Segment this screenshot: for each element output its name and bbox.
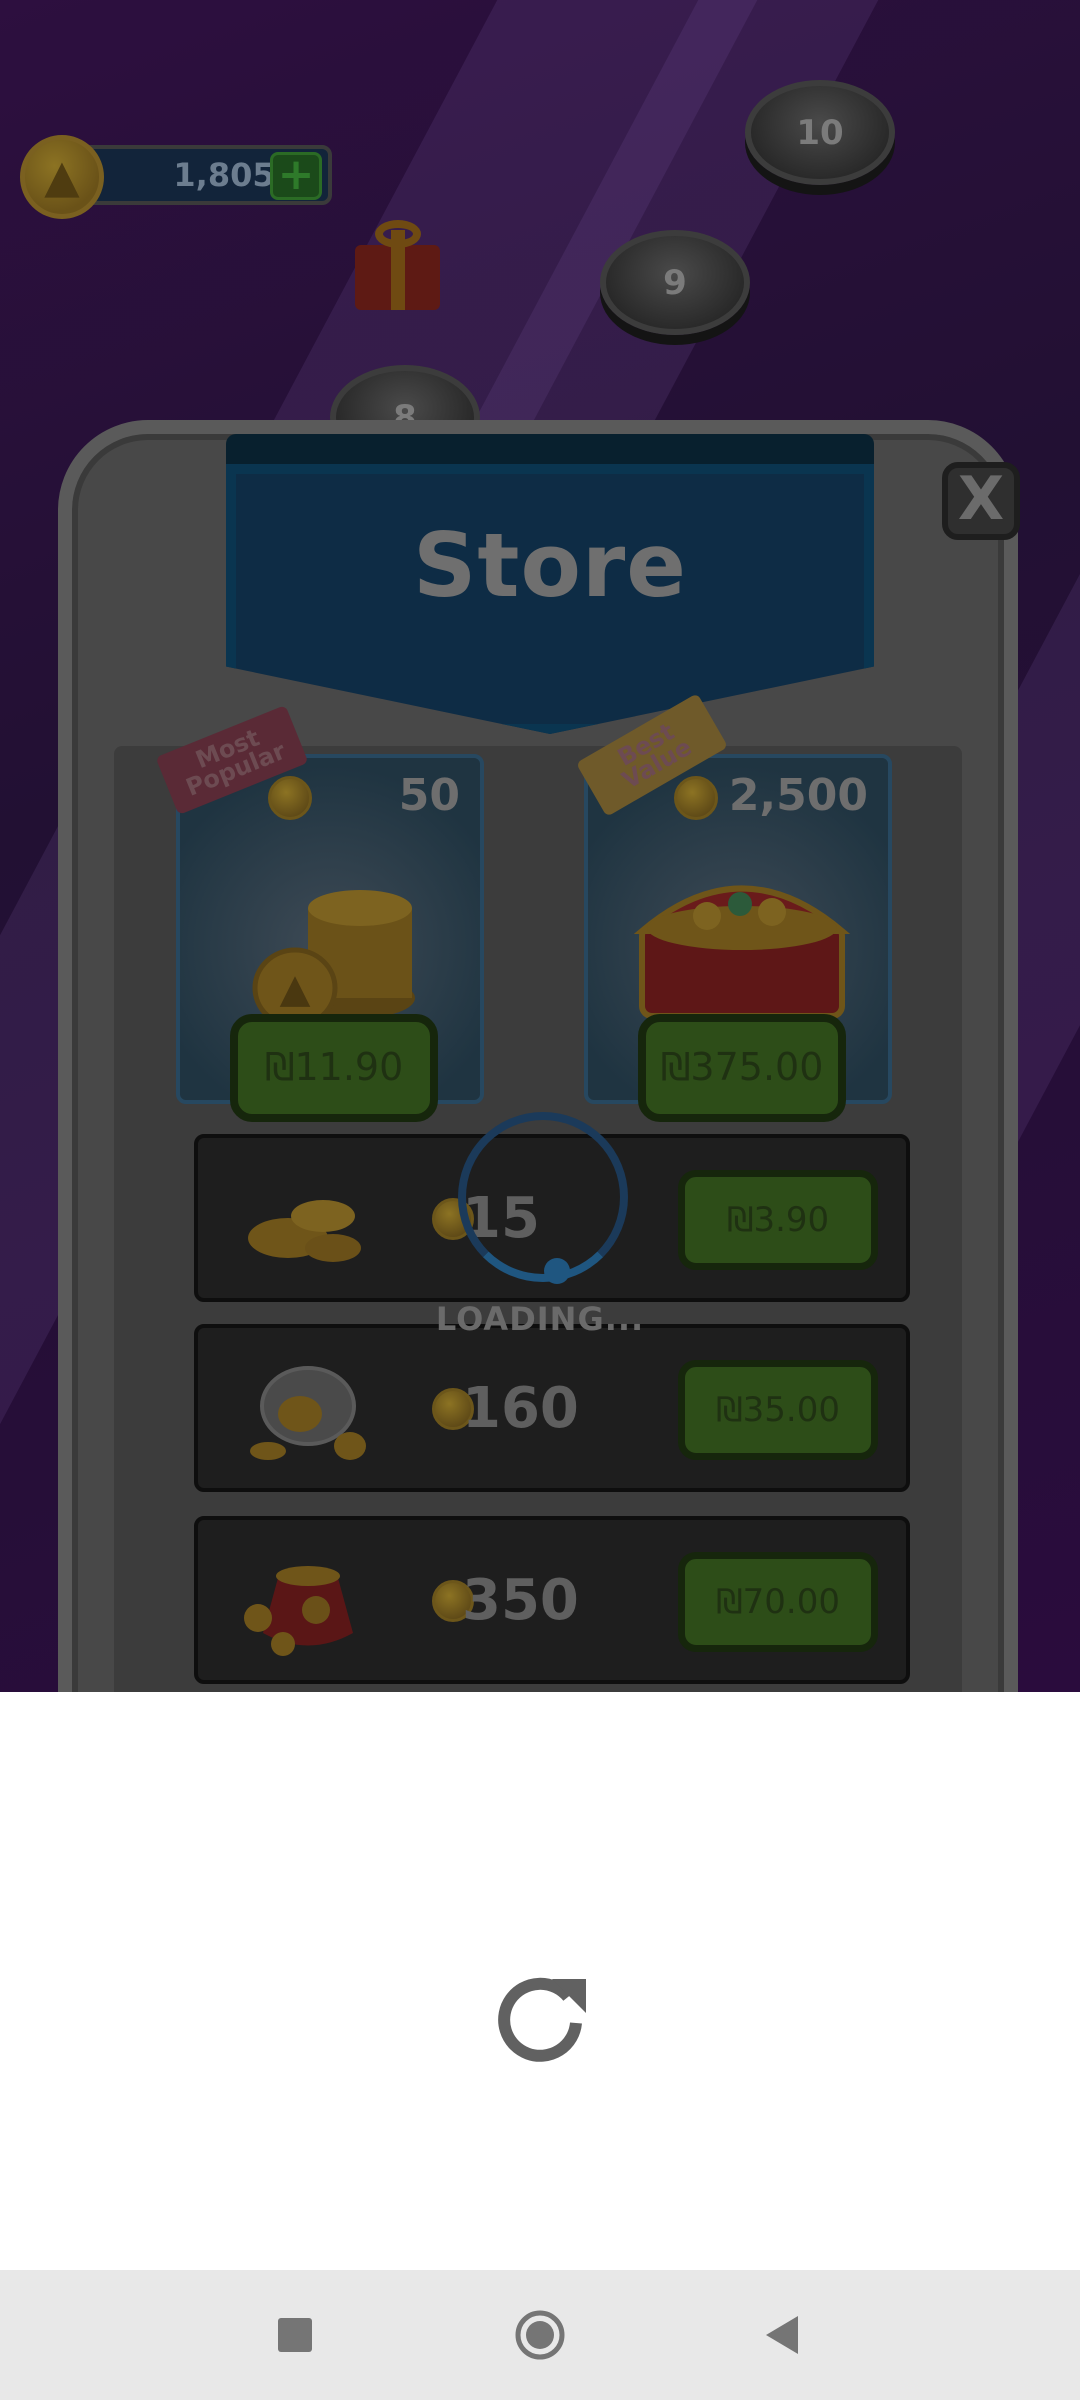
recent-apps-icon[interactable] [262, 2302, 328, 2368]
reload-icon[interactable] [490, 1965, 590, 2065]
game-area: 10 9 8 1,805 + ▲ Store X 50 ▲ ₪11.90 Mos… [0, 0, 1080, 1692]
add-coins-button[interactable]: + [270, 152, 322, 200]
coin-balance: 1,805 + ▲ [20, 135, 332, 219]
back-icon[interactable] [750, 2302, 816, 2368]
coin-stack-icon: ▲ [252, 890, 415, 1028]
close-button[interactable]: X [942, 462, 1020, 540]
buy-button[interactable]: ₪70.00 [678, 1552, 878, 1652]
coin-pack-row[interactable]: 160 ₪35.00 [194, 1324, 910, 1492]
coin-icon: ▲ [20, 135, 104, 219]
coin-pile-icon [248, 1200, 361, 1262]
store-banner: Store [226, 434, 874, 734]
buy-button[interactable]: ₪3.90 [678, 1170, 878, 1270]
pack-amount: 160 [462, 1376, 579, 1441]
coin-bag-icon [244, 1566, 353, 1656]
store-dialog: Store X 50 ▲ ₪11.90 Most Popular 2,500 ₪… [58, 420, 1020, 1692]
featured-pack-most-popular[interactable]: 50 ▲ ₪11.90 [176, 754, 484, 1122]
system-navigation-bar [0, 2270, 1080, 2400]
coin-pack-row[interactable]: 350 ₪70.00 [194, 1516, 910, 1684]
home-icon[interactable] [507, 2302, 573, 2368]
coin-icon [674, 776, 718, 820]
pack-amount: 350 [462, 1568, 579, 1633]
store-title: Store [413, 514, 687, 617]
level-node-10[interactable]: 10 [745, 80, 895, 185]
coin-icon [268, 776, 312, 820]
featured-pack-best-value[interactable]: 2,500 ₪375.00 [584, 754, 892, 1122]
loading-text: LOADING... [435, 1300, 645, 1338]
buy-button[interactable]: ₪35.00 [678, 1360, 878, 1460]
pack-amount: 50 [398, 770, 460, 821]
buy-button[interactable]: ₪11.90 [230, 1014, 438, 1122]
gift-box-icon[interactable] [355, 220, 440, 310]
treasure-chest-icon [633, 885, 851, 1019]
svg-text:▲: ▲ [280, 966, 311, 1012]
buy-button[interactable]: ₪375.00 [638, 1014, 846, 1122]
level-node-9[interactable]: 9 [600, 230, 750, 335]
loading-spinner-icon [458, 1112, 628, 1284]
coin-jar-icon [250, 1366, 366, 1460]
pack-amount: 2,500 [728, 770, 868, 821]
